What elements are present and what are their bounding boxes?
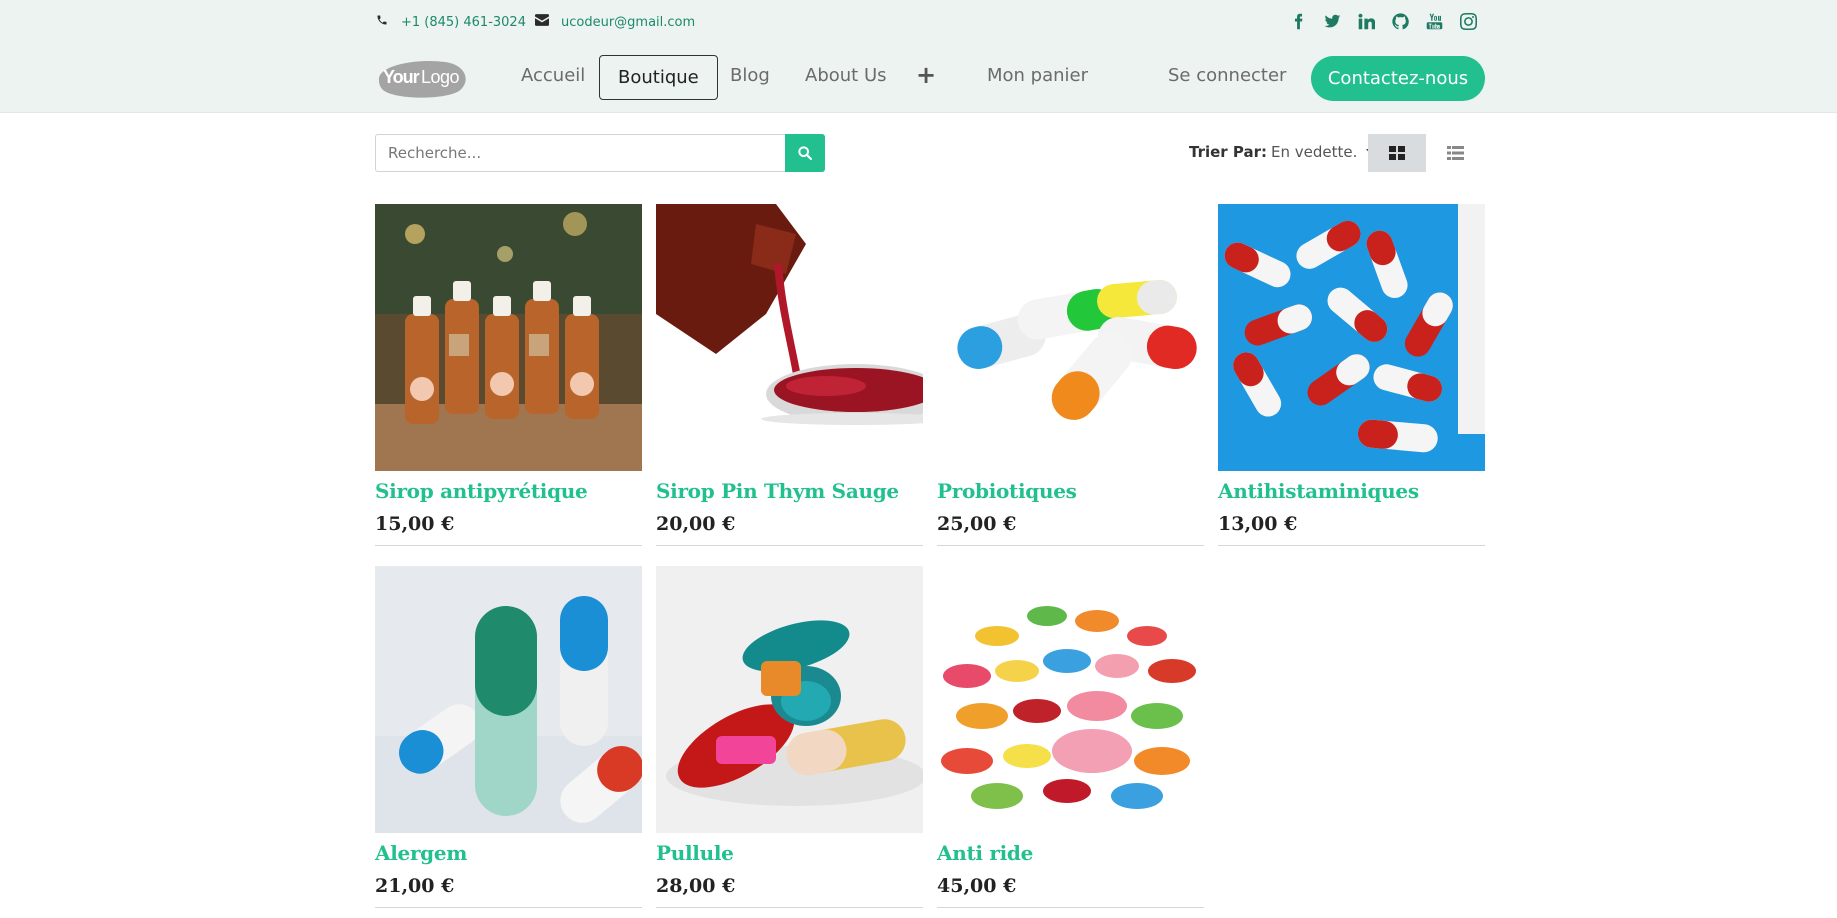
product-image[interactable] <box>937 566 1204 833</box>
instagram-icon[interactable] <box>1451 10 1485 32</box>
product-card[interactable]: Pullule 28,00 € <box>656 566 923 908</box>
logo-text-bold: Your <box>383 67 420 87</box>
product-name[interactable]: Pullule <box>656 841 923 865</box>
product-price: 13,00 € <box>1218 513 1298 535</box>
product-image[interactable] <box>937 204 1204 471</box>
search-button[interactable] <box>785 134 825 172</box>
github-icon[interactable] <box>1383 10 1417 32</box>
product-image[interactable] <box>1218 204 1485 471</box>
card-divider <box>656 907 923 908</box>
card-divider <box>375 907 642 908</box>
facebook-icon[interactable] <box>1281 10 1315 32</box>
site-header: +1 (845) 461-3024 ucodeur@gmail.com Your… <box>0 0 1837 113</box>
list-view-button[interactable] <box>1426 134 1484 172</box>
product-image[interactable] <box>656 566 923 833</box>
card-divider <box>656 545 923 546</box>
list-icon <box>1446 146 1464 160</box>
product-card[interactable]: Sirop Pin Thym Sauge 20,00 € <box>656 204 923 546</box>
main-nav: Your Logo Accueil Boutique Blog About Us… <box>375 55 1485 101</box>
product-name[interactable]: Sirop antipyrétique <box>375 479 642 503</box>
sort-value: En vedette. <box>1271 143 1358 161</box>
top-contact-bar: +1 (845) 461-3024 ucodeur@gmail.com <box>375 8 1485 36</box>
plus-icon[interactable]: + <box>916 61 936 89</box>
product-name[interactable]: Alergem <box>375 841 642 865</box>
nav-accueil[interactable]: Accueil <box>521 65 585 86</box>
product-price: 45,00 € <box>937 875 1017 897</box>
product-image[interactable] <box>656 204 923 471</box>
envelope-icon <box>535 14 549 30</box>
login-link[interactable]: Se connecter <box>1168 65 1286 86</box>
product-card[interactable]: Probiotiques 25,00 € <box>937 204 1204 546</box>
sort-dropdown[interactable]: Trier Par: En vedette. <box>1189 143 1377 161</box>
card-divider <box>375 545 642 546</box>
card-divider <box>937 545 1204 546</box>
product-card[interactable]: Antihistaminiques 13,00 € <box>1218 204 1485 546</box>
youtube-icon[interactable] <box>1417 10 1451 32</box>
product-image[interactable] <box>375 566 642 833</box>
logo-text: Logo <box>421 67 460 87</box>
grid-icon <box>1389 146 1405 160</box>
product-price: 21,00 € <box>375 875 455 897</box>
card-divider <box>937 907 1204 908</box>
email-contact[interactable]: ucodeur@gmail.com <box>535 14 695 30</box>
phone-contact[interactable]: +1 (845) 461-3024 <box>375 14 526 30</box>
twitter-icon[interactable] <box>1315 10 1349 32</box>
search-icon <box>798 146 813 161</box>
cart-link[interactable]: Mon panier <box>987 65 1088 86</box>
phone-number: +1 (845) 461-3024 <box>401 14 526 30</box>
email-address: ucodeur@gmail.com <box>561 14 696 30</box>
product-price: 20,00 € <box>656 513 736 535</box>
product-card[interactable]: Alergem 21,00 € <box>375 566 642 908</box>
product-name[interactable]: Anti ride <box>937 841 1204 865</box>
search-input[interactable] <box>375 134 785 172</box>
product-price: 28,00 € <box>656 875 736 897</box>
product-name[interactable]: Sirop Pin Thym Sauge <box>656 479 923 503</box>
product-name[interactable]: Antihistaminiques <box>1218 479 1485 503</box>
linkedin-icon[interactable] <box>1349 10 1383 32</box>
contact-button[interactable]: Contactez-nous <box>1311 56 1485 101</box>
product-price: 25,00 € <box>937 513 1017 535</box>
phone-icon <box>375 14 389 30</box>
product-search <box>375 134 825 172</box>
site-logo[interactable]: Your Logo <box>375 58 470 98</box>
product-name[interactable]: Probiotiques <box>937 479 1204 503</box>
nav-blog[interactable]: Blog <box>730 65 770 86</box>
sort-label: Trier Par: <box>1189 143 1268 161</box>
grid-view-button[interactable] <box>1368 134 1426 172</box>
nav-about-us[interactable]: About Us <box>805 65 887 86</box>
card-divider <box>1218 545 1485 546</box>
nav-boutique[interactable]: Boutique <box>599 55 718 100</box>
product-price: 15,00 € <box>375 513 455 535</box>
product-card[interactable]: Sirop antipyrétique 15,00 € <box>375 204 642 546</box>
product-image[interactable] <box>375 204 642 471</box>
product-card[interactable]: Anti ride 45,00 € <box>937 566 1204 908</box>
social-links <box>1281 10 1485 32</box>
